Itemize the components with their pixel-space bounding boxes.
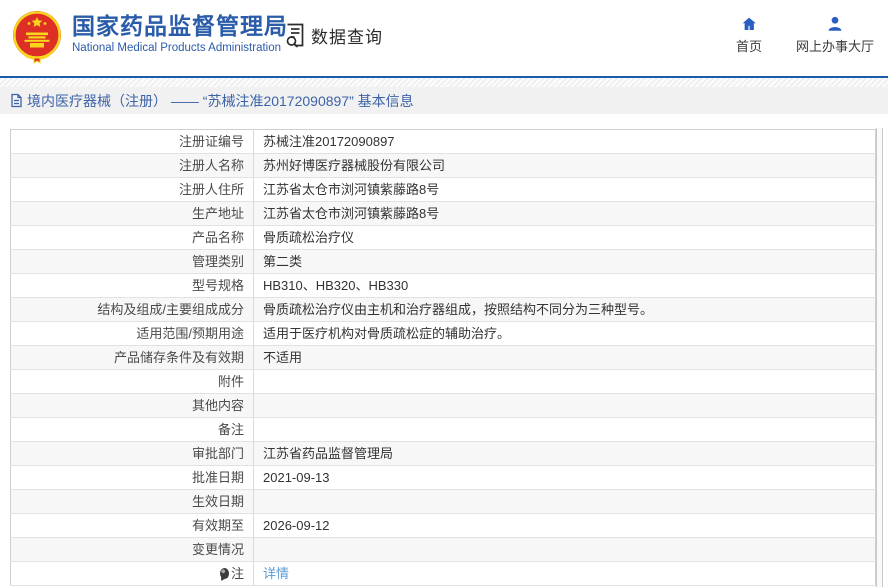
row-value: 江苏省太仓市浏河镇紫藤路8号 bbox=[253, 201, 876, 226]
site-header: 国家药品监督管理局 National Medical Products Admi… bbox=[0, 0, 888, 76]
table-row: 注详情 bbox=[10, 561, 876, 586]
header-nav: 首页 网上办事大厅 bbox=[736, 15, 874, 55]
table-row: 有效期至 2026-09-12 bbox=[10, 513, 876, 538]
row-label: 生产地址 bbox=[10, 201, 254, 226]
detail-link[interactable]: 详情 bbox=[263, 566, 289, 581]
row-value: 骨质疏松治疗仪 bbox=[253, 225, 876, 250]
row-label: 适用范围/预期用途 bbox=[10, 321, 254, 346]
row-value bbox=[253, 489, 876, 514]
row-label: 批准日期 bbox=[10, 465, 254, 490]
table-row: 备注 bbox=[10, 417, 876, 442]
row-value bbox=[253, 537, 876, 562]
table-row: 其他内容 bbox=[10, 393, 876, 418]
table-row: 生产地址 江苏省太仓市浏河镇紫藤路8号 bbox=[10, 201, 876, 226]
table-row: 型号规格 HB310、HB320、HB330 bbox=[10, 273, 876, 298]
row-label: 生效日期 bbox=[10, 489, 254, 514]
row-label: 有效期至 bbox=[10, 513, 254, 538]
row-label: 注册人名称 bbox=[10, 153, 254, 178]
table-row: 产品储存条件及有效期 不适用 bbox=[10, 345, 876, 370]
row-value bbox=[253, 393, 876, 418]
hatch-texture-strip bbox=[0, 78, 888, 87]
nav-online-hall-label: 网上办事大厅 bbox=[795, 39, 874, 54]
table-row: 变更情况 bbox=[10, 537, 876, 562]
doc-search-icon bbox=[286, 23, 304, 48]
table-row: 审批部门 江苏省药品监督管理局 bbox=[10, 441, 876, 466]
row-label: 注册证编号 bbox=[10, 129, 254, 154]
row-label: 结构及组成/主要组成成分 bbox=[10, 297, 254, 322]
data-query-label: 数据查询 bbox=[311, 27, 383, 47]
row-label: 注 bbox=[10, 561, 254, 586]
site-title-block: 国家药品监督管理局 National Medical Products Admi… bbox=[72, 13, 288, 54]
balloon-note-icon bbox=[219, 568, 229, 579]
table-row: 附件 bbox=[10, 369, 876, 394]
site-subtitle: National Medical Products Administration bbox=[72, 42, 282, 54]
row-value: 第二类 bbox=[253, 249, 876, 274]
row-value: 骨质疏松治疗仪由主机和治疗器组成，按照结构不同分为三种型号。 bbox=[253, 297, 876, 322]
row-value: 2026-09-12 bbox=[253, 513, 876, 538]
table-row: 产品名称 骨质疏松治疗仪 bbox=[10, 225, 876, 250]
table-row: 批准日期 2021-09-13 bbox=[10, 465, 876, 490]
table-row: 注册人名称 苏州好博医疗器械股份有限公司 bbox=[10, 153, 876, 178]
breadcrumb: 境内医疗器械（注册） —— “苏械注准20172090897” 基本信息 bbox=[0, 87, 888, 114]
registration-info-table-area: 注册证编号 苏械注准20172090897 注册人名称 苏州好博医疗器械股份有限公司注… bbox=[10, 129, 876, 586]
table-row: 注册证编号 苏械注准20172090897 bbox=[10, 129, 876, 154]
row-value: 江苏省药品监督管理局 bbox=[253, 441, 876, 466]
row-value: HB310、HB320、HB330 bbox=[253, 273, 876, 298]
row-label: 产品名称 bbox=[10, 225, 254, 250]
user-icon bbox=[828, 16, 842, 31]
row-value: 苏械注准20172090897 bbox=[253, 129, 876, 154]
national-emblem-logo bbox=[13, 11, 61, 64]
vertical-scrollbar[interactable] bbox=[876, 128, 883, 587]
site-title: 国家药品监督管理局 bbox=[72, 13, 288, 39]
table-row: 适用范围/预期用途 适用于医疗机构对骨质疏松症的辅助治疗。 bbox=[10, 321, 876, 346]
row-value bbox=[253, 417, 876, 442]
document-icon bbox=[11, 93, 22, 108]
row-value: 苏州好博医疗器械股份有限公司 bbox=[253, 153, 876, 178]
table-row: 结构及组成/主要组成成分 骨质疏松治疗仪由主机和治疗器组成，按照结构不同分为三种型… bbox=[10, 297, 876, 322]
row-label: 管理类别 bbox=[10, 249, 254, 274]
row-value: 详情 bbox=[253, 561, 876, 586]
row-value: 不适用 bbox=[253, 345, 876, 370]
row-label: 其他内容 bbox=[10, 393, 254, 418]
table-row: 生效日期 bbox=[10, 489, 876, 514]
nav-home[interactable]: 首页 bbox=[736, 15, 762, 55]
row-value bbox=[253, 369, 876, 394]
row-label: 注册人住所 bbox=[10, 177, 254, 202]
row-label: 变更情况 bbox=[10, 537, 254, 562]
row-label: 附件 bbox=[10, 369, 254, 394]
info-table-body: 注册证编号 苏械注准20172090897 注册人名称 苏州好博医疗器械股份有限公司注… bbox=[10, 129, 876, 586]
row-label: 型号规格 bbox=[10, 273, 254, 298]
nav-home-label: 首页 bbox=[735, 39, 762, 54]
breadcrumb-text: 境内医疗器械（注册） —— “苏械注准20172090897” 基本信息 bbox=[27, 92, 414, 109]
data-query-section[interactable]: 数据查询 bbox=[283, 22, 383, 48]
row-label: 产品储存条件及有效期 bbox=[10, 345, 254, 370]
table-row: 管理类别 第二类 bbox=[10, 249, 876, 274]
row-value: 2021-09-13 bbox=[253, 465, 876, 490]
row-label: 审批部门 bbox=[10, 441, 254, 466]
home-icon bbox=[742, 17, 756, 30]
table-row: 注册人住所 江苏省太仓市浏河镇紫藤路8号 bbox=[10, 177, 876, 202]
nav-online-hall[interactable]: 网上办事大厅 bbox=[796, 15, 874, 55]
row-label: 备注 bbox=[10, 417, 254, 442]
row-value: 江苏省太仓市浏河镇紫藤路8号 bbox=[253, 177, 876, 202]
registration-info-table: 注册证编号 苏械注准20172090897 注册人名称 苏州好博医疗器械股份有限公司注… bbox=[10, 129, 876, 586]
row-value: 适用于医疗机构对骨质疏松症的辅助治疗。 bbox=[253, 321, 876, 346]
